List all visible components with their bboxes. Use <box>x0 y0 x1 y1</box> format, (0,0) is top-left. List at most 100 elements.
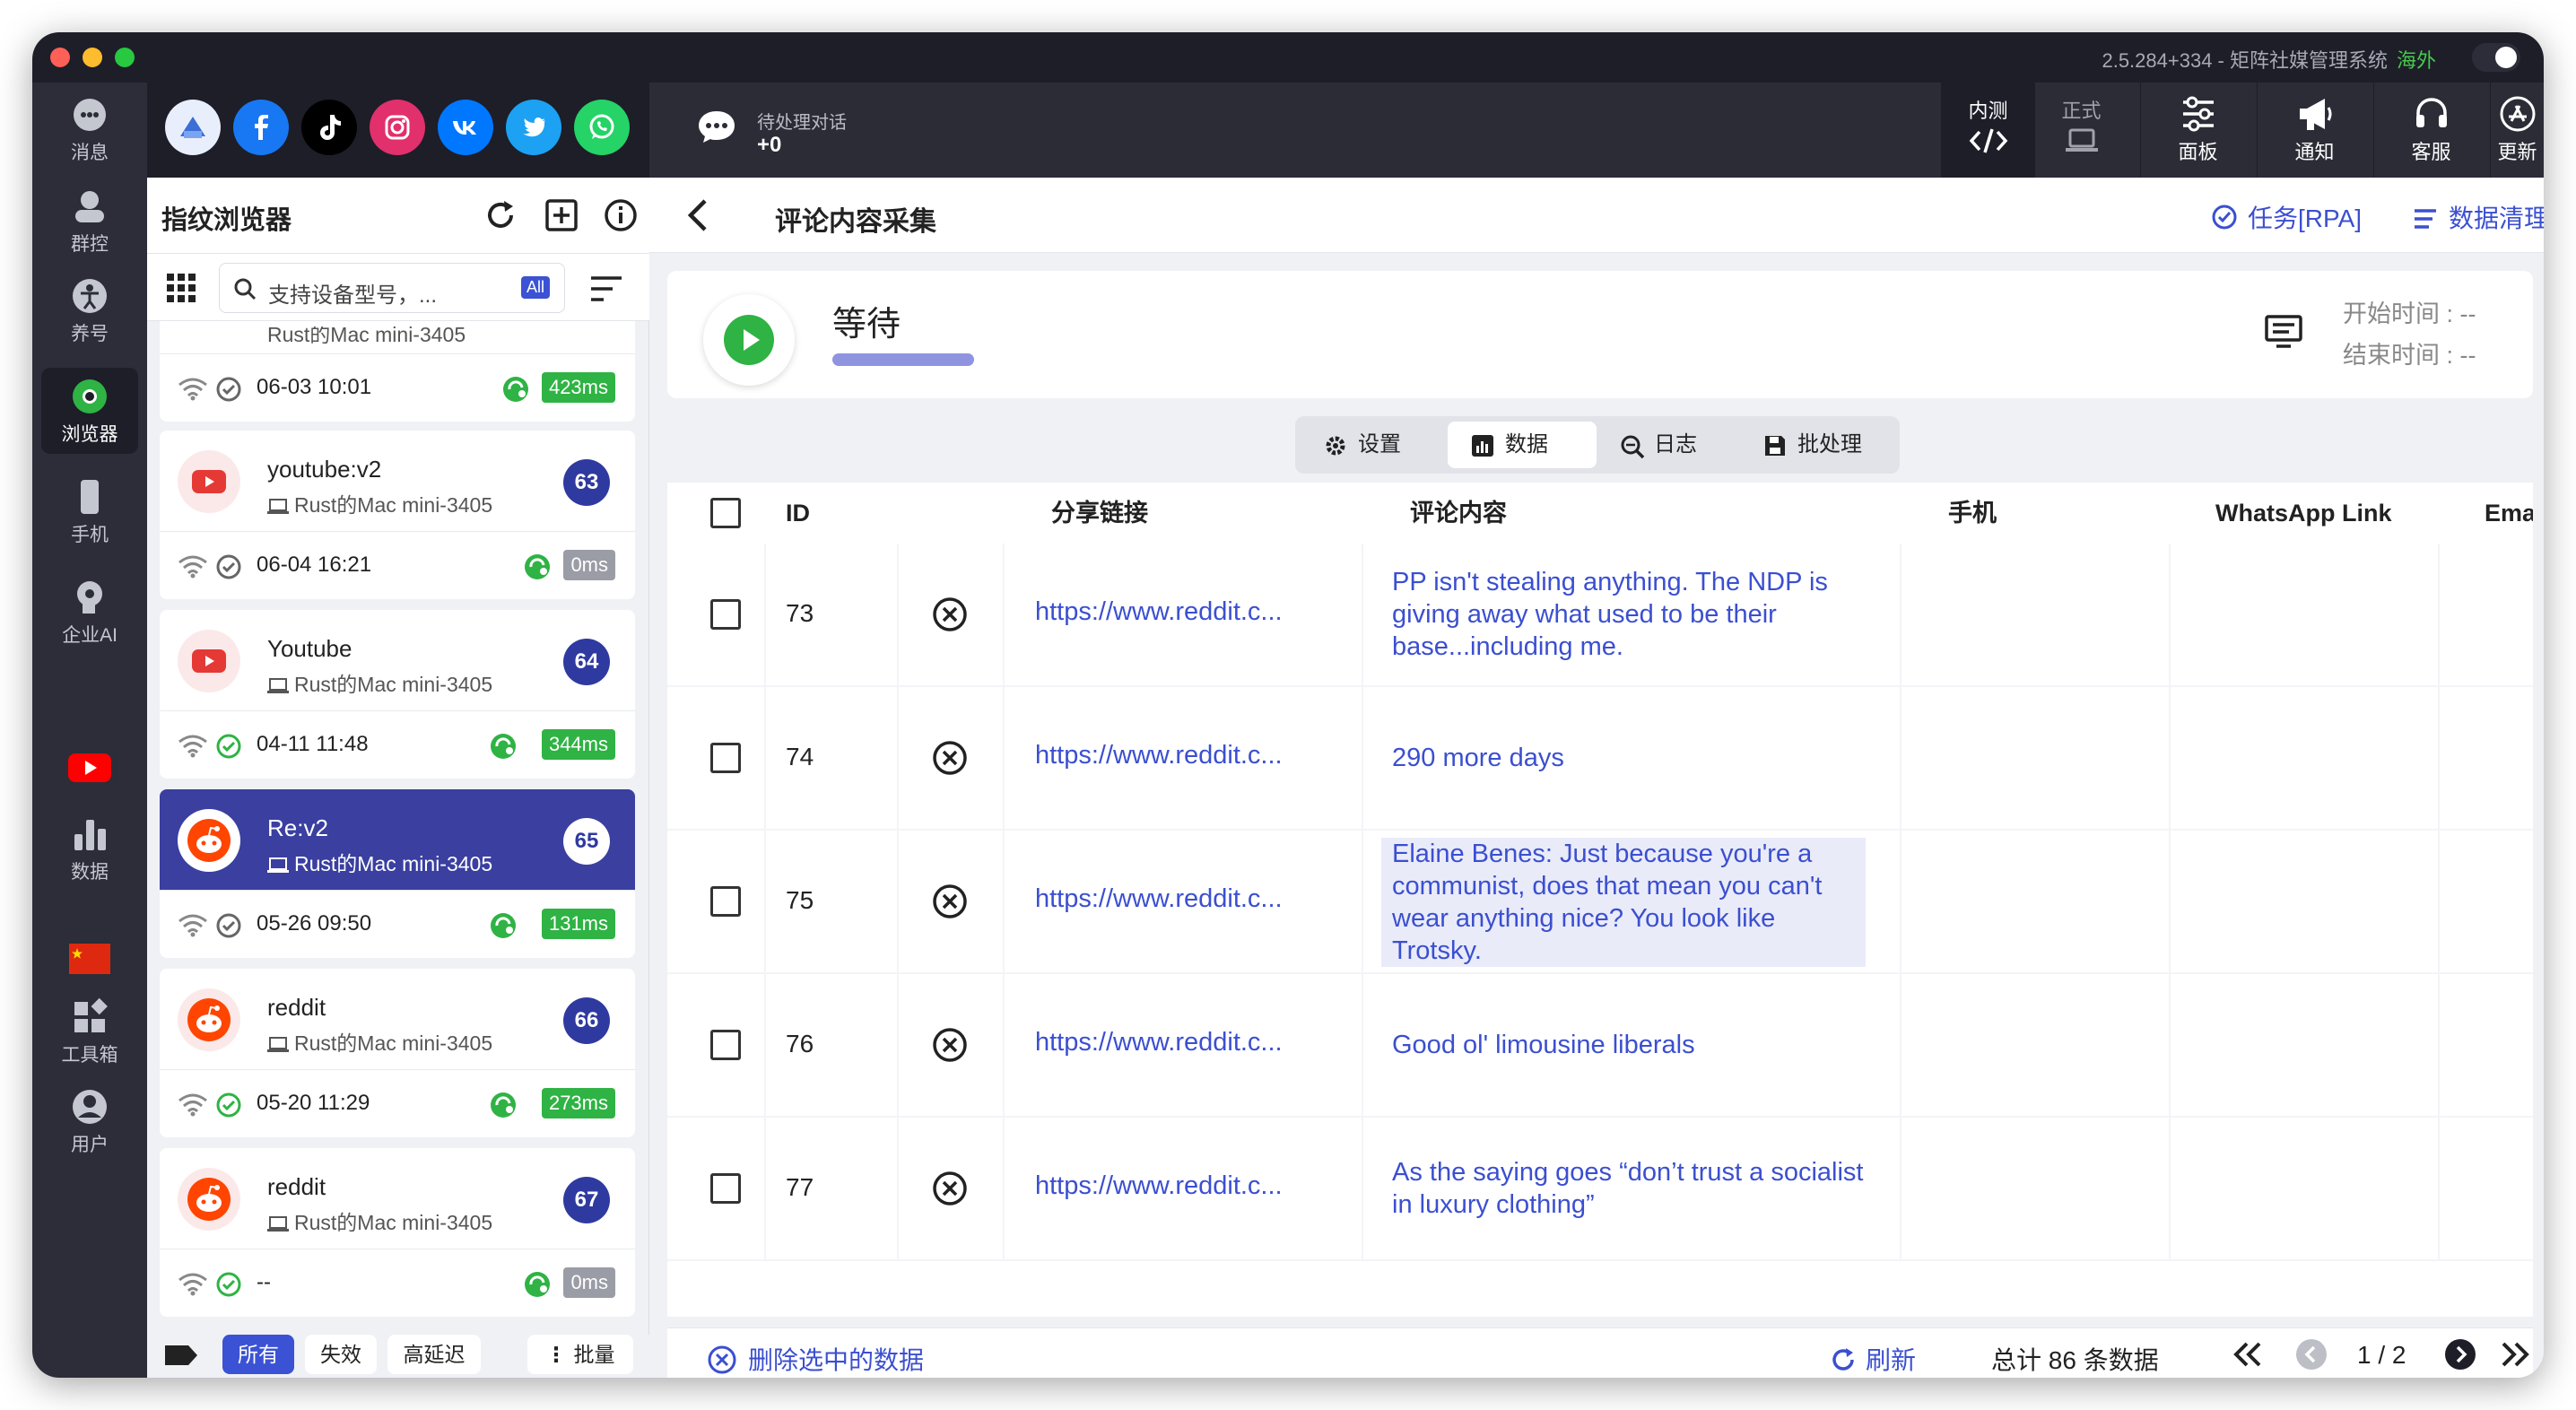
megaphone-icon <box>2299 99 2331 130</box>
whatsapp-icon[interactable] <box>574 100 630 155</box>
nav-browser[interactable]: 浏览器 <box>41 368 138 454</box>
table-row[interactable]: 77 https://www.reddit.c... As the saying g… <box>667 1118 2533 1261</box>
table-row[interactable]: 76 https://www.reddit.c... Good ol' limous… <box>667 974 2533 1118</box>
row-delete-icon[interactable] <box>931 1026 969 1064</box>
row-share-link[interactable]: https://www.reddit.c... <box>1035 884 1283 914</box>
row-comment[interactable]: Elaine Benes: Just because you're a comm… <box>1381 838 1866 967</box>
filter-high-latency[interactable]: 高延迟 <box>387 1335 481 1374</box>
twitter-icon[interactable] <box>506 100 561 155</box>
panel-button[interactable]: 面板 <box>2140 83 2255 178</box>
column-header-share-link[interactable]: 分享链接 <box>1051 483 1148 544</box>
batch-button[interactable]: ⋮ 批量 <box>527 1335 633 1374</box>
tab-settings[interactable]: 设置 <box>1301 422 1448 468</box>
row-delete-icon[interactable] <box>931 1170 969 1207</box>
device-card-partial[interactable]: Rust的Mac mini-3405 06-03 10:01 423ms <box>160 321 635 422</box>
nav-phone[interactable]: 手机 <box>32 477 147 547</box>
nav-account-nurture[interactable]: 养号 <box>32 276 147 346</box>
table-row[interactable]: 74 https://www.reddit.c... 290 more days <box>667 687 2533 831</box>
sort-icon[interactable] <box>588 274 624 304</box>
row-share-link[interactable]: https://www.reddit.c... <box>1035 597 1283 627</box>
refresh-icon[interactable] <box>483 197 518 233</box>
nav-youtube-shortcut[interactable] <box>32 750 147 789</box>
minimize-window-button[interactable] <box>83 48 102 67</box>
tiktok-icon[interactable] <box>301 100 357 155</box>
column-header-email[interactable]: Email <box>2485 483 2533 544</box>
task-rpa-link[interactable]: 任务[RPA] <box>2210 199 2362 235</box>
row-comment[interactable]: Good ol' limousine liberals <box>1392 1029 1876 1061</box>
start-button[interactable] <box>703 294 795 386</box>
data-clean-link[interactable]: 数据清理 <box>2413 199 2544 235</box>
row-share-link[interactable]: https://www.reddit.c... <box>1035 741 1283 770</box>
nav-group-control[interactable]: 群控 <box>32 187 147 257</box>
nav-toolbox[interactable]: 工具箱 <box>32 997 147 1067</box>
device-search-input[interactable]: 支持设备型号，... All <box>219 263 565 313</box>
column-header-comment[interactable]: 评论内容 <box>1410 483 1507 544</box>
tab-data[interactable]: 数据 <box>1448 422 1597 468</box>
maximize-window-button[interactable] <box>115 48 135 67</box>
back-arrow-icon[interactable] <box>685 197 709 233</box>
nav-user[interactable]: 用户 <box>32 1087 147 1157</box>
prev-page-icon[interactable] <box>2294 1337 2328 1371</box>
beta-env-button[interactable]: 内测 <box>1941 83 2034 178</box>
row-delete-icon[interactable] <box>931 596 969 633</box>
row-share-link[interactable]: https://www.reddit.c... <box>1035 1028 1283 1058</box>
prod-env-button[interactable]: 正式 <box>2034 83 2128 178</box>
browser-platform-icon[interactable] <box>165 100 221 155</box>
tab-batch[interactable]: 批处理 <box>1740 422 1894 468</box>
row-comment[interactable]: PP isn't stealing anything. The NDP is g… <box>1392 566 1876 663</box>
info-icon[interactable] <box>603 197 639 233</box>
main-header: 评论内容采集 任务[RPA] 数据清理 <box>649 178 2544 253</box>
language-flag[interactable] <box>32 944 147 978</box>
device-card[interactable]: Youtube Rust的Mac mini-3405 64 04-11 11:4… <box>160 610 635 779</box>
filter-invalid[interactable]: 失效 <box>305 1335 377 1374</box>
column-header-whatsapp[interactable]: WhatsApp Link <box>2215 483 2392 544</box>
service-button[interactable]: 客服 <box>2373 83 2488 178</box>
delete-selected-button[interactable]: 删除选中的数据 <box>707 1341 924 1377</box>
search-scope-badge[interactable]: All <box>520 276 550 299</box>
china-flag-icon <box>69 944 110 974</box>
wifi-icon <box>178 378 207 401</box>
device-card[interactable]: reddit Rust的Mac mini-3405 66 05-20 11:29… <box>160 969 635 1137</box>
tab-log[interactable]: 日志 <box>1597 422 1740 468</box>
row-share-link[interactable]: https://www.reddit.c... <box>1035 1171 1283 1201</box>
add-icon[interactable] <box>544 197 579 233</box>
last-page-icon[interactable] <box>2499 1341 2531 1368</box>
pending-conversations[interactable]: 待处理对话 +0 <box>696 108 847 157</box>
device-card[interactable]: youtube:v2 Rust的Mac mini-3405 63 06-04 1… <box>160 431 635 599</box>
instagram-icon[interactable] <box>370 100 425 155</box>
row-checkbox[interactable] <box>710 743 741 773</box>
vk-icon[interactable] <box>438 100 493 155</box>
update-button[interactable]: 更新 <box>2490 83 2544 178</box>
row-delete-icon[interactable] <box>931 739 969 777</box>
row-comment[interactable]: 290 more days <box>1392 742 1876 774</box>
row-checkbox[interactable] <box>710 1173 741 1204</box>
row-comment[interactable]: As the saying goes “don’t trust a social… <box>1392 1156 1876 1221</box>
close-window-button[interactable] <box>50 48 70 67</box>
grid-icon[interactable] <box>165 272 197 304</box>
column-header-phone[interactable]: 手机 <box>1948 483 1997 544</box>
facebook-icon[interactable] <box>233 100 289 155</box>
device-card-selected[interactable]: Re:v2 Rust的Mac mini-3405 65 05-26 09:50 … <box>160 789 635 958</box>
nav-messages[interactable]: 消息 <box>32 95 147 165</box>
row-delete-icon[interactable] <box>931 883 969 920</box>
row-checkbox[interactable] <box>710 1030 741 1060</box>
globe-refresh-icon <box>491 734 516 759</box>
row-checkbox[interactable] <box>710 886 741 917</box>
tag-icon[interactable] <box>163 1342 199 1369</box>
theme-toggle[interactable] <box>2472 43 2520 72</box>
card-number-badge: 63 <box>563 459 610 506</box>
refresh-button[interactable]: 刷新 <box>1830 1341 1916 1377</box>
filter-all[interactable]: 所有 <box>222 1335 294 1374</box>
column-header-id[interactable]: ID <box>786 483 810 544</box>
notify-button[interactable]: 通知 <box>2257 83 2371 178</box>
device-card[interactable]: reddit Rust的Mac mini-3405 67 -- 0ms <box>160 1148 635 1317</box>
nav-enterprise-ai[interactable]: 企业AI <box>32 578 147 648</box>
nav-data[interactable]: 数据 <box>32 814 147 884</box>
table-row[interactable]: 75 https://www.reddit.c... Elaine Benes: J… <box>667 831 2533 974</box>
next-page-icon[interactable] <box>2443 1337 2477 1371</box>
table-row[interactable]: 73 https://www.reddit.c... PP isn't steali… <box>667 544 2533 687</box>
row-checkbox[interactable] <box>710 599 741 630</box>
select-all-checkbox[interactable] <box>710 498 741 528</box>
first-page-icon[interactable] <box>2232 1341 2264 1368</box>
monitor-icon[interactable] <box>2264 314 2303 350</box>
